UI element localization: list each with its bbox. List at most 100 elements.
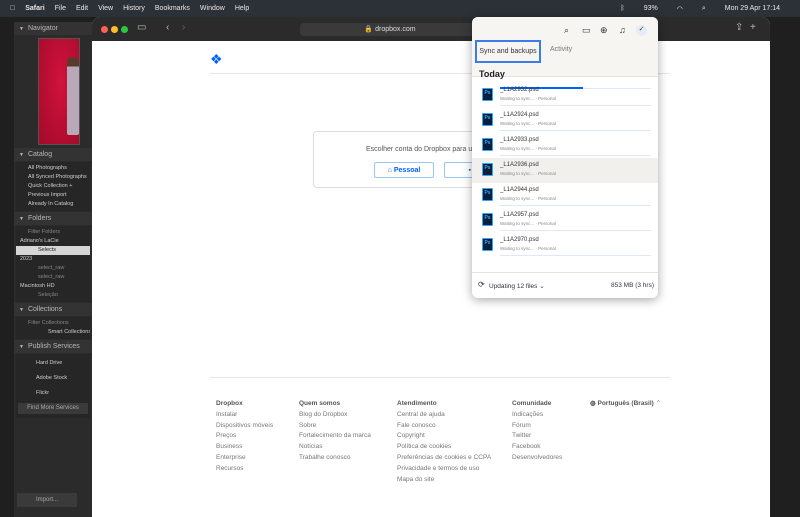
footer-link[interactable]: Desenvolvedores — [512, 453, 562, 464]
footer-link[interactable]: Business — [216, 442, 273, 453]
menu-app[interactable]: Safari — [25, 5, 44, 12]
catalog-item[interactable]: All Synced Photographs — [16, 173, 90, 182]
wifi-icon[interactable]: ◠ — [677, 5, 683, 13]
section-today: Today — [479, 69, 505, 79]
photoshop-file-icon: Ps — [482, 238, 493, 251]
bluetooth-icon[interactable]: ᛒ — [620, 5, 624, 12]
clock[interactable]: Mon 29 Apr 17:14 — [725, 5, 780, 12]
dropbox-logo-icon[interactable]: ❖ — [210, 52, 226, 66]
minimize-button[interactable] — [111, 26, 118, 33]
collection-filter[interactable]: Filter Collections — [16, 319, 90, 328]
footer-link[interactable]: Dispositivos móveis — [216, 421, 273, 432]
menu-history[interactable]: History — [123, 5, 145, 12]
import-button[interactable]: Import... — [17, 493, 77, 507]
footer-link[interactable]: Recursos — [216, 464, 273, 475]
address-bar[interactable]: 🔒 dropbox.com — [300, 23, 480, 36]
footer-link[interactable]: Blog do Dropbox — [299, 410, 371, 421]
sync-icon: ⟳ — [478, 280, 485, 289]
folder-icon[interactable]: ▭ — [582, 25, 591, 36]
footer-link[interactable]: Indicações — [512, 410, 562, 421]
catalog-item[interactable]: All Photographs — [16, 164, 90, 173]
menu-window[interactable]: Window — [200, 5, 225, 12]
footer-link[interactable]: Trabalhe conosco — [299, 453, 371, 464]
footer-link[interactable]: Mapa do site — [397, 475, 491, 486]
file-row[interactable]: Ps _L1A2944.psd Waiting to sync... · Perso… — [472, 183, 658, 208]
footer-link[interactable]: Fale conosco — [397, 421, 491, 432]
footer-link[interactable]: Facebook — [512, 442, 562, 453]
photoshop-file-icon: Ps — [482, 138, 493, 151]
footer-link[interactable]: Enterprise — [216, 453, 273, 464]
sidebar-icon[interactable]: ▭ — [137, 22, 146, 33]
folder-item[interactable]: select_raw — [16, 264, 90, 273]
find-more-services-button[interactable]: Find More Services — [18, 403, 88, 414]
language-selector[interactable]: ◍ Português (Brasil) ⌃ — [590, 399, 661, 410]
folder-item[interactable]: Seleção — [16, 291, 90, 300]
dropbox-sync-popup: ⌕ ▭ ⊕ ♫ ✓ Sync and backups Activity Toda… — [472, 17, 658, 298]
forward-icon[interactable]: › — [182, 22, 185, 33]
share-icon[interactable]: ⇪ — [735, 22, 743, 33]
search-icon[interactable]: ⌕ — [564, 25, 569, 36]
collections-header[interactable]: ▼ Collections — [14, 303, 92, 316]
tab-activity[interactable]: Activity — [550, 46, 572, 53]
photo-subject — [67, 57, 79, 135]
footer-link[interactable]: Privacidade e termos de uso — [397, 464, 491, 475]
folder-item[interactable]: select_raw — [16, 273, 90, 282]
zoom-button[interactable] — [121, 26, 128, 33]
menu-file[interactable]: File — [55, 5, 66, 12]
personal-account-button[interactable]: ⌂ Pessoal — [374, 162, 434, 178]
publish-item[interactable]: Hard Drive — [16, 356, 90, 371]
folder-item[interactable]: Selects — [16, 246, 90, 255]
file-row[interactable]: Ps _L1A2957.psd Waiting to sync... · Perso… — [472, 208, 658, 233]
search-icon[interactable]: ⌕ — [702, 5, 706, 13]
folders-header[interactable]: ▼ Folders — [14, 212, 92, 225]
navigator-header[interactable]: ▼ Navigator — [14, 22, 92, 35]
safari-toolbar: ▭ ‹ › 🔒 dropbox.com ⇪ + — [92, 17, 770, 41]
safari-window: ▭ ‹ › 🔒 dropbox.com ⇪ + ❖ Escolher conta… — [92, 17, 770, 517]
publish-header[interactable]: ▼ Publish Services — [14, 340, 92, 353]
apple-icon[interactable]:  — [10, 5, 15, 12]
footer-link[interactable]: Twitter — [512, 431, 562, 442]
menu-help[interactable]: Help — [235, 5, 249, 12]
bell-icon[interactable]: ♫ — [619, 25, 626, 35]
menu-edit[interactable]: Edit — [76, 5, 88, 12]
tab-sync-and-backups[interactable]: Sync and backups — [475, 40, 541, 63]
collection-item[interactable]: Smart Collections — [16, 328, 90, 337]
file-row[interactable]: Ps _L1A2932.psd Waiting to sync... · Perso… — [472, 83, 658, 108]
footer-link[interactable]: Central de ajuda — [397, 410, 491, 421]
volume-item[interactable]: 2023 — [16, 255, 90, 264]
volume-item[interactable]: Adriano's LaCie — [16, 237, 90, 246]
navigator-preview[interactable] — [38, 38, 80, 145]
footer-link[interactable]: Preferências de cookies e CCPA — [397, 453, 491, 464]
catalog-item[interactable]: Quick Collection + — [16, 182, 90, 191]
catalog-header[interactable]: ▼ Catalog — [14, 148, 92, 161]
footer-link[interactable]: Notícias — [299, 442, 371, 453]
file-row[interactable]: Ps _L1A2924.psd Waiting to sync... · Perso… — [472, 108, 658, 133]
footer-link[interactable]: Preços — [216, 431, 273, 442]
volume-item[interactable]: Macintosh HD — [16, 282, 90, 291]
catalog-item[interactable]: Previous Import — [16, 191, 90, 200]
footer-link[interactable]: Fortalecimento da marca — [299, 431, 371, 442]
globe-icon[interactable]: ⊕ — [600, 25, 608, 36]
footer-col-community: Comunidade Indicações Fórum Twitter Face… — [512, 399, 562, 464]
battery-percent[interactable]: 93% — [644, 5, 658, 12]
back-icon[interactable]: ‹ — [166, 22, 169, 33]
publish-item[interactable]: Adobe Stock — [16, 371, 90, 386]
updating-files-dropdown[interactable]: Updating 12 files ⌄ — [489, 282, 545, 290]
sync-status-bar: ⟳ Updating 12 files ⌄ 853 MB (3 hrs) — [472, 272, 658, 298]
folder-filter[interactable]: Filter Folders — [16, 228, 90, 237]
file-row[interactable]: Ps _L1A2970.psd Waiting to sync... · Perso… — [472, 233, 658, 258]
footer-link[interactable]: Sobre — [299, 421, 371, 432]
close-button[interactable] — [101, 26, 108, 33]
menu-bookmarks[interactable]: Bookmarks — [155, 5, 190, 12]
avatar[interactable]: ✓ — [636, 25, 647, 36]
publish-item[interactable]: Flickr — [16, 386, 90, 401]
footer-link[interactable]: Fórum — [512, 421, 562, 432]
menu-view[interactable]: View — [98, 5, 113, 12]
footer-link[interactable]: Copyright — [397, 431, 491, 442]
file-row[interactable]: Ps _L1A2936.psd Waiting to sync... · Perso… — [472, 158, 658, 183]
footer-link[interactable]: Instalar — [216, 410, 273, 421]
catalog-item[interactable]: Already In Catalog — [16, 200, 90, 209]
footer-link[interactable]: Política de cookies — [397, 442, 491, 453]
new-tab-icon[interactable]: + — [750, 22, 756, 33]
file-row[interactable]: Ps _L1A2933.psd Waiting to sync... · Perso… — [472, 133, 658, 158]
